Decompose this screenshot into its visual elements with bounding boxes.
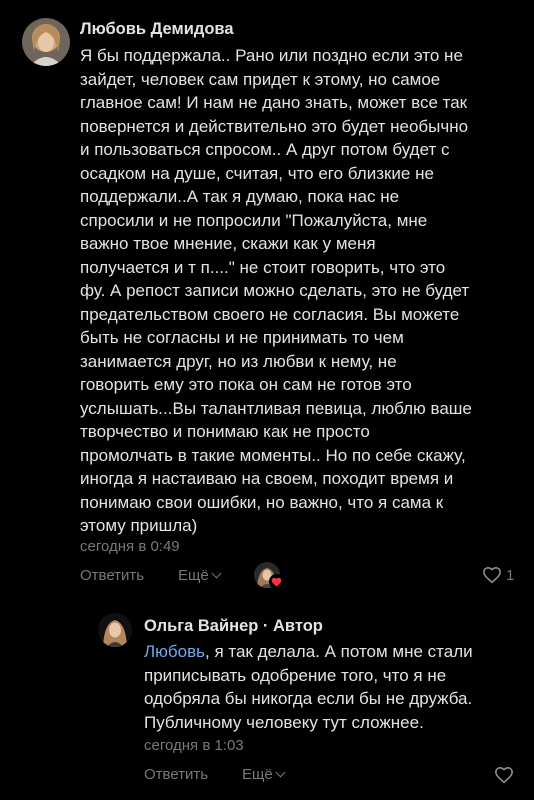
- comment-text-line: понимаю свои ошибки, но важно, что я сам…: [80, 492, 444, 512]
- comment-text-line: повернется и действительно это будет нео…: [80, 116, 469, 136]
- reply-text-line: приписывать одобрение того, что я не: [144, 665, 447, 685]
- reply-timestamp[interactable]: сегодня в 1:03: [144, 737, 244, 754]
- reply-text: Любовь, я так делала. А потом мне стали …: [144, 640, 473, 734]
- comment-text-line: занимается друг, но из любви к нему, не: [80, 351, 397, 371]
- comment-author-name[interactable]: Любовь Демидова: [80, 20, 234, 39]
- reply-more-button[interactable]: Ещё: [242, 766, 286, 783]
- comment-text-line: предательством своего не согласия. Вы мо…: [80, 304, 460, 324]
- comment-like-button[interactable]: 1: [482, 566, 514, 584]
- comment-text-line: и пользоваться спросом.. А друг потом бу…: [80, 140, 450, 159]
- comment-reply-button[interactable]: Ответить: [80, 567, 144, 584]
- heart-outline-icon: [482, 566, 502, 584]
- comment-text-line: услышать...Вы талантливая певица, люблю …: [80, 398, 472, 418]
- heart-filled-icon: [271, 577, 282, 587]
- comment-text-line: иногда я настаиваю на своем, походит вре…: [80, 469, 454, 488]
- comment-text-line: поддержали..А так я думаю, пока нас не: [80, 187, 400, 206]
- comment-like-count: 1: [506, 566, 515, 584]
- reply-mention-link[interactable]: Любовь: [144, 642, 205, 661]
- avatar-olga[interactable]: [98, 613, 132, 647]
- heart-outline-icon: [494, 766, 514, 784]
- comment-timestamp[interactable]: сегодня в 0:49: [80, 538, 180, 555]
- reply-like-button[interactable]: [494, 766, 514, 784]
- comment-text-line: Я бы поддержала.. Рано или поздно если э…: [80, 46, 463, 65]
- chevron-down-icon: [211, 568, 222, 579]
- comment-text-line: быть не согласны и не принимать то чем: [80, 328, 404, 347]
- reply-more-label: Ещё: [242, 766, 273, 783]
- reaction-avatar[interactable]: [254, 562, 284, 589]
- comment-text-line: этому пришла): [80, 516, 198, 535]
- comment-more-label: Ещё: [178, 567, 209, 584]
- comment-text-line: спросили и не попросили "Пожалуйста, мне: [80, 210, 428, 230]
- comment-text-line: творчество и понимаю как не просто: [80, 422, 370, 441]
- reply-text-line: Публичному человеку тут сложнее.: [144, 712, 424, 732]
- comment-text-line: промолчать в такие моменты.. Но по себе …: [80, 445, 466, 465]
- reply-first-line-rest: , я так делала. А потом мне стали: [205, 642, 473, 661]
- comment-text-line: осадком на душе, считая, что его близкие…: [80, 163, 434, 183]
- avatar-lyubov[interactable]: [22, 18, 70, 66]
- comment-text-line: главное сам! И нам не дано знать, может …: [80, 93, 468, 112]
- comment-text-line: зайдет, человек сам придет к этому, но с…: [80, 69, 441, 89]
- comment-text: Я бы поддержала.. Рано или поздно если э…: [80, 44, 472, 538]
- comment-text-line: получается и т п...." не стоит говорить,…: [80, 257, 446, 277]
- reply-text-line: одобряла бы никогда если бы не дружба.: [144, 689, 473, 708]
- comment-more-button[interactable]: Ещё: [178, 567, 222, 584]
- chevron-down-icon: [275, 767, 286, 778]
- comment-text-line: важно твое мнение, скажи как у меня: [80, 234, 376, 253]
- reply-author-name[interactable]: Ольга Вайнер · Автор: [144, 617, 323, 636]
- reply-reply-button[interactable]: Ответить: [144, 766, 208, 783]
- reply-text-line: Любовь, я так делала. А потом мне стали: [144, 640, 473, 664]
- heart-reaction-badge: [269, 574, 284, 589]
- comment-text-line: фу. А репост записи можно сделать, это н…: [80, 281, 470, 300]
- comment-text-line: говорить ему это пока он сам не готов эт…: [80, 375, 412, 394]
